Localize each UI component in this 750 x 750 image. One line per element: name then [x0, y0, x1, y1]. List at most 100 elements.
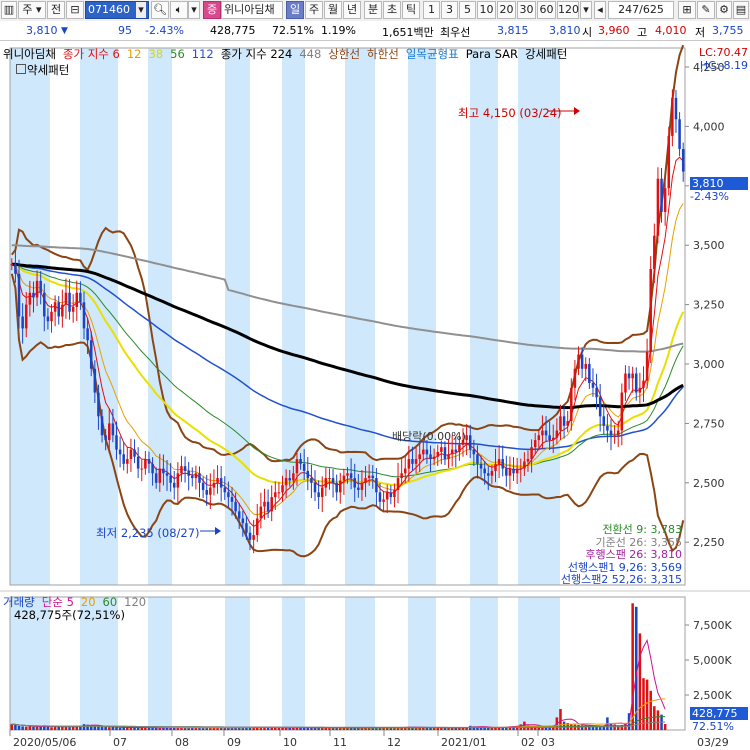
- stock-code-input[interactable]: 071460 ▾: [85, 1, 149, 19]
- volume-bar: [653, 706, 656, 730]
- lock-icon[interactable]: ⊟: [66, 1, 84, 19]
- interval-3[interactable]: 3: [441, 1, 458, 19]
- x-tick-label: 2020/05/06: [13, 736, 76, 749]
- scroll-left-icon[interactable]: ◂: [594, 1, 606, 19]
- price-legend-item-12[interactable]: 강세패턴: [525, 47, 567, 61]
- layout-icon[interactable]: ▤: [733, 1, 749, 19]
- price-legend-item-3[interactable]: 38: [149, 47, 164, 61]
- candle-body: [252, 535, 255, 540]
- prev-button[interactable]: 전: [47, 1, 65, 19]
- candle-body: [436, 451, 440, 457]
- draw-tool-icon[interactable]: ✎: [697, 1, 715, 19]
- candle-body: [627, 373, 631, 379]
- quote-open: 3,960: [598, 24, 630, 37]
- price-legend-item-9[interactable]: 하한선: [367, 47, 399, 61]
- price-legend-item-8[interactable]: 상한선: [328, 47, 360, 61]
- candle-body: [656, 178, 660, 236]
- y-tick-label: 2,250: [693, 536, 725, 549]
- candle-body: [313, 482, 317, 493]
- volume-bar: [165, 728, 169, 730]
- price-legend: 위니아딤채 종가 지수 6 12 38 56 112 종가 지수 224 448 상한선 하한선 일…: [3, 46, 574, 62]
- period-day[interactable]: 일: [286, 1, 304, 19]
- interval-5[interactable]: 5: [459, 1, 476, 19]
- candle-body: [317, 492, 320, 498]
- current-price-box: 3,810: [690, 177, 748, 190]
- candle-body: [53, 302, 57, 312]
- candle-body: [411, 459, 414, 464]
- candle-body: [50, 311, 53, 322]
- candle-body: [490, 470, 494, 476]
- candle-body: [349, 473, 353, 479]
- candle-body: [357, 487, 360, 490]
- volume-bar: [436, 727, 440, 730]
- period-second[interactable]: 초: [383, 1, 401, 19]
- candle-body: [248, 532, 252, 540]
- candle-body: [129, 449, 133, 460]
- interval-30[interactable]: 30: [517, 1, 536, 19]
- grid-icon[interactable]: ⊞: [678, 1, 696, 19]
- candle-body: [432, 456, 436, 460]
- candle-body: [616, 430, 620, 436]
- candle-body: [241, 518, 245, 524]
- candle-body: [183, 466, 187, 471]
- interval-120[interactable]: 120: [557, 1, 579, 19]
- price-chart[interactable]: 4,2504,0003,7503,5003,2503,0002,7502,500…: [0, 40, 750, 750]
- month-band: [148, 597, 172, 730]
- sound-dropdown-icon[interactable]: ▾: [188, 1, 200, 19]
- candle-body: [104, 435, 107, 441]
- volume-legend-item-4[interactable]: 120: [124, 595, 146, 609]
- volume-bar: [306, 727, 310, 730]
- sound-icon[interactable]: 🔈︎: [170, 1, 188, 19]
- settings-icon[interactable]: ⚙: [716, 1, 732, 19]
- interval-dropdown-icon[interactable]: ▾: [580, 1, 592, 19]
- candle-body: [335, 482, 338, 493]
- high-annotation: 최고 4,150 (03/24): [458, 106, 562, 120]
- interval-10[interactable]: 10: [477, 1, 496, 19]
- period-minute[interactable]: 분: [364, 1, 382, 19]
- chart-type-select[interactable]: 주 ▾: [18, 1, 46, 19]
- candle-body: [660, 178, 663, 212]
- candle-body: [212, 482, 216, 488]
- volume-bar: [50, 727, 53, 730]
- interval-60[interactable]: 60: [537, 1, 556, 19]
- chart-type-icon[interactable]: ▥: [1, 1, 17, 19]
- search-icon[interactable]: 🔍︎: [151, 1, 169, 19]
- candle-body: [32, 292, 35, 298]
- period-week[interactable]: 주: [305, 1, 323, 19]
- high-label: 고: [637, 26, 648, 39]
- candle-body: [364, 478, 367, 483]
- interval-1[interactable]: 1: [423, 1, 440, 19]
- candle-body: [339, 480, 342, 493]
- candle-body: [288, 478, 292, 481]
- period-year[interactable]: 년: [343, 1, 361, 19]
- volume-bar: [53, 726, 57, 730]
- interval-20[interactable]: 20: [497, 1, 516, 19]
- price-legend-item-0[interactable]: 위니아딤채: [3, 47, 56, 61]
- price-legend-item-11[interactable]: Para SAR: [466, 47, 518, 61]
- price-legend-item-2[interactable]: 12: [127, 47, 142, 61]
- candle-body: [342, 475, 346, 481]
- candle-body: [259, 506, 263, 519]
- volume-bar: [100, 726, 104, 730]
- price-legend-item-4[interactable]: 56: [170, 47, 185, 61]
- candle-body: [447, 454, 450, 460]
- period-month[interactable]: 월: [324, 1, 342, 19]
- price-legend-item-1[interactable]: 종가 지수 6: [63, 47, 120, 61]
- low-arrow-head: [215, 527, 221, 535]
- candle-body: [360, 482, 364, 490]
- x-axis-end-label: 03/29: [697, 736, 729, 749]
- period-tick[interactable]: 틱: [402, 1, 420, 19]
- candle-body: [645, 352, 649, 381]
- candle-body: [508, 468, 512, 476]
- candle-body: [422, 449, 425, 455]
- volume-tick-label: 7,500K: [693, 619, 732, 632]
- candle-body: [14, 264, 17, 274]
- price-legend-item-10[interactable]: 일목균형표: [406, 47, 459, 61]
- volume-bar: [32, 726, 35, 730]
- candle-body: [219, 478, 223, 488]
- candle-body: [591, 383, 595, 388]
- price-legend-item-5[interactable]: 112: [192, 47, 214, 61]
- price-legend-item-7[interactable]: 448: [299, 47, 321, 61]
- dividend-annotation: 배당락(0.00%): [392, 430, 466, 443]
- price-legend-item-6[interactable]: 종가 지수 224: [221, 47, 293, 61]
